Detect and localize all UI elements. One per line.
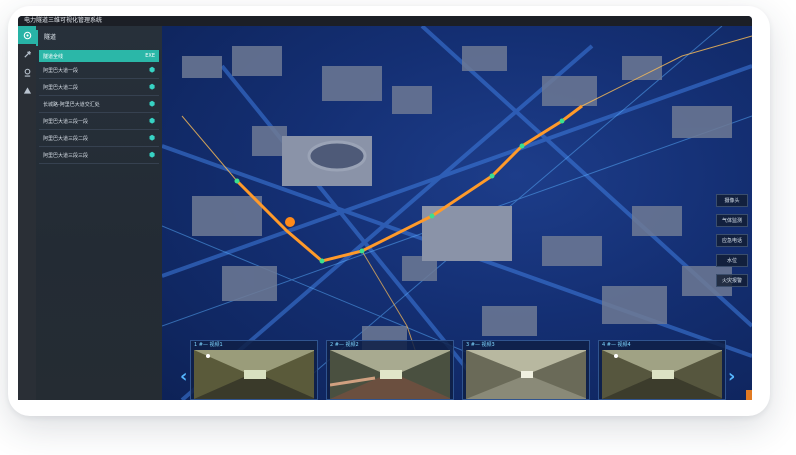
camera-tile[interactable]: 1 #— 视频1: [190, 340, 318, 400]
location-pin-icon: ⬢: [149, 83, 156, 91]
camera-tile[interactable]: 2 #— 视频2: [326, 340, 454, 400]
tunnel-video-feed: [330, 350, 450, 399]
route-item[interactable]: 阿里巴大道三段一段 ⬢: [39, 113, 159, 130]
camera-label: 3 #— 视频3: [466, 342, 495, 348]
location-pin-icon: ⬢: [149, 151, 156, 159]
location-pin-icon: ⬢: [149, 117, 156, 125]
icon-rail: [18, 26, 36, 400]
layer-button-phone[interactable]: 应急电话: [716, 234, 748, 247]
layer-button-fire[interactable]: 火灾报警: [716, 274, 748, 287]
app-title: 电力隧道三维可视化管理系统: [18, 16, 752, 26]
route-label: 长城路-阿里巴大道交汇处: [43, 101, 100, 108]
warning-icon[interactable]: [18, 82, 36, 98]
route-label: 阿里巴大道二段: [43, 84, 79, 91]
camera-label: 1 #— 视频1: [194, 342, 223, 348]
camera-label: 4 #— 视频4: [602, 342, 631, 348]
panel-title: 隧道: [36, 30, 162, 46]
carousel-next-icon[interactable]: ›: [728, 366, 735, 387]
location-icon[interactable]: [18, 64, 36, 80]
layer-button-gas[interactable]: 气体监测: [716, 214, 748, 227]
camera-tile[interactable]: 3 #— 视频3: [462, 340, 590, 400]
app-window: 电力隧道三维可视化管理系统 隧道 隧道全线 EXE 阿里巴大道一段 ⬢ 阿里巴大…: [18, 16, 752, 400]
layer-toggle-group: 摄像头 气体监测 应急电话 水位 火灾报警: [716, 194, 748, 294]
route-panel: 隧道 隧道全线 EXE 阿里巴大道一段 ⬢ 阿里巴大道二段 ⬢ 长城路-阿里巴大…: [36, 26, 162, 400]
route-item[interactable]: 阿里巴大道二段 ⬢: [39, 79, 159, 96]
layer-button-water[interactable]: 水位: [716, 254, 748, 267]
route-item[interactable]: 阿里巴大道三段二段 ⬢: [39, 130, 159, 147]
location-pin-icon: ⬢: [149, 66, 156, 74]
route-item[interactable]: 阿里巴大道一段 ⬢: [39, 62, 159, 79]
route-item[interactable]: 隧道全线 EXE: [39, 50, 159, 62]
layer-button-camera[interactable]: 摄像头: [716, 194, 748, 207]
tunnel-video-feed: [466, 350, 586, 399]
route-label: 隧道全线: [43, 53, 64, 60]
route-badge: EXE: [145, 53, 155, 59]
route-label: 阿里巴大道一段: [43, 67, 79, 74]
tools-icon[interactable]: [18, 46, 36, 62]
location-pin-icon: ⬢: [149, 100, 156, 108]
camera-label: 2 #— 视频2: [330, 342, 359, 348]
location-pin-icon: ⬢: [149, 134, 156, 142]
tunnel-video-feed: [194, 350, 314, 399]
route-item[interactable]: 长城路-阿里巴大道交汇处 ⬢: [39, 96, 159, 113]
tunnel-video-feed: [602, 350, 722, 399]
camera-tile[interactable]: 4 #— 视频4: [598, 340, 726, 400]
route-list: 隧道全线 EXE 阿里巴大道一段 ⬢ 阿里巴大道二段 ⬢ 长城路-阿里巴大道交汇…: [39, 50, 159, 164]
carousel-prev-icon[interactable]: ‹: [180, 366, 187, 387]
camera-strip: 1 #— 视频1 2 #— 视频2 3 #— 视频3 4 #— 视频4: [190, 340, 730, 400]
route-label: 阿里巴大道三段一段: [43, 118, 89, 125]
home-icon[interactable]: [18, 26, 36, 44]
route-item[interactable]: 阿里巴大道三段三段 ⬢: [39, 147, 159, 164]
corner-marker: [746, 390, 752, 400]
route-label: 阿里巴大道三段三段: [43, 152, 89, 159]
route-label: 阿里巴大道三段二段: [43, 135, 89, 142]
